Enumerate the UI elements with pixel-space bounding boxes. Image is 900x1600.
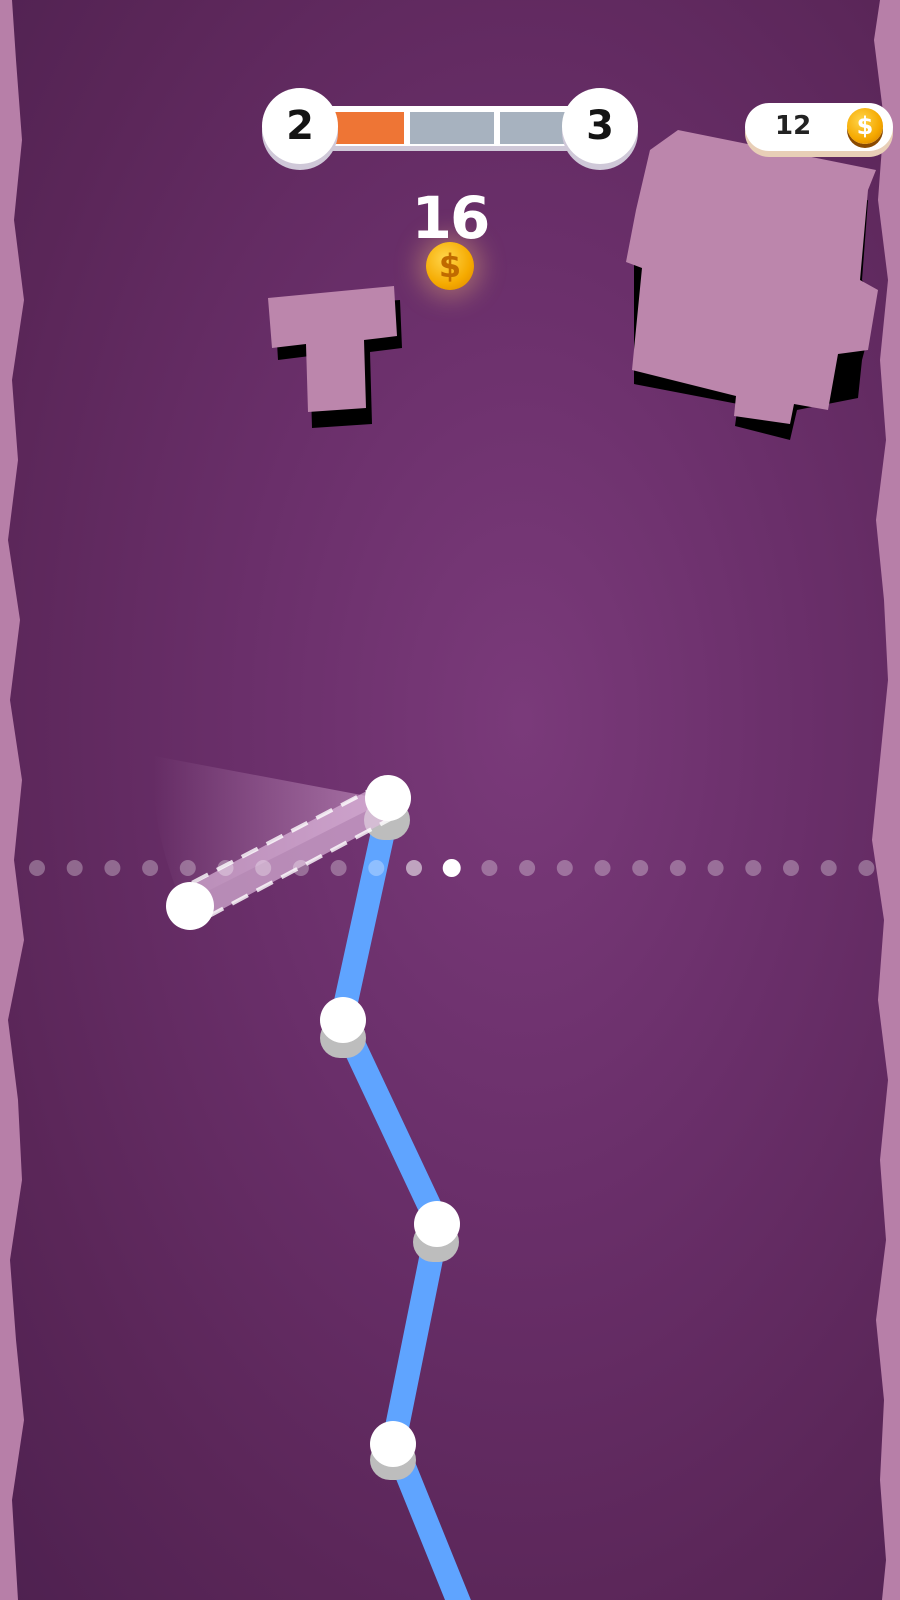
track-dot — [29, 860, 45, 876]
track-dot — [519, 860, 536, 876]
t-block-obstacle — [268, 286, 402, 428]
progress-segment-empty — [410, 112, 494, 144]
rope-path — [330, 797, 471, 1600]
next-level-badge: 3 — [562, 88, 638, 164]
coin-count: 12 — [775, 111, 812, 141]
track-dot — [179, 860, 196, 876]
rope-node — [320, 997, 366, 1043]
rope-node — [370, 1421, 416, 1467]
rope-node — [414, 1201, 460, 1247]
track-dot — [104, 860, 121, 876]
track-dot-active — [442, 859, 461, 877]
track-dot — [368, 860, 385, 876]
track-dot — [406, 860, 422, 876]
track-dot — [820, 860, 837, 876]
swing-tip-node[interactable] — [166, 882, 214, 930]
track-dot — [707, 860, 724, 876]
track-dot — [255, 860, 272, 876]
current-level-badge: 2 — [262, 88, 338, 164]
progress-track — [312, 106, 588, 146]
track-dot — [142, 860, 159, 876]
pivot-node — [365, 775, 411, 821]
track-dot — [632, 860, 649, 876]
large-block-obstacle — [626, 130, 878, 440]
track-dot — [292, 860, 309, 876]
track-dot — [745, 860, 762, 876]
track-dot — [858, 860, 875, 876]
right-wall — [872, 0, 900, 1600]
dotted-track — [29, 859, 875, 877]
level-progress-bar: 2 3 — [262, 88, 638, 164]
coin-reward: 16 $ — [398, 188, 502, 290]
track-dot — [66, 860, 83, 876]
track-dot — [481, 860, 498, 876]
reward-value: 16 — [411, 184, 491, 252]
coin-counter: 12 $ — [745, 103, 893, 151]
dollar-coin-icon: $ — [847, 108, 883, 144]
track-dot — [217, 860, 234, 876]
track-dot — [594, 860, 611, 876]
track-dot — [783, 860, 799, 876]
track-dot — [556, 860, 573, 876]
left-wall — [0, 0, 24, 1600]
track-dot — [330, 860, 347, 876]
track-dot — [669, 860, 686, 876]
